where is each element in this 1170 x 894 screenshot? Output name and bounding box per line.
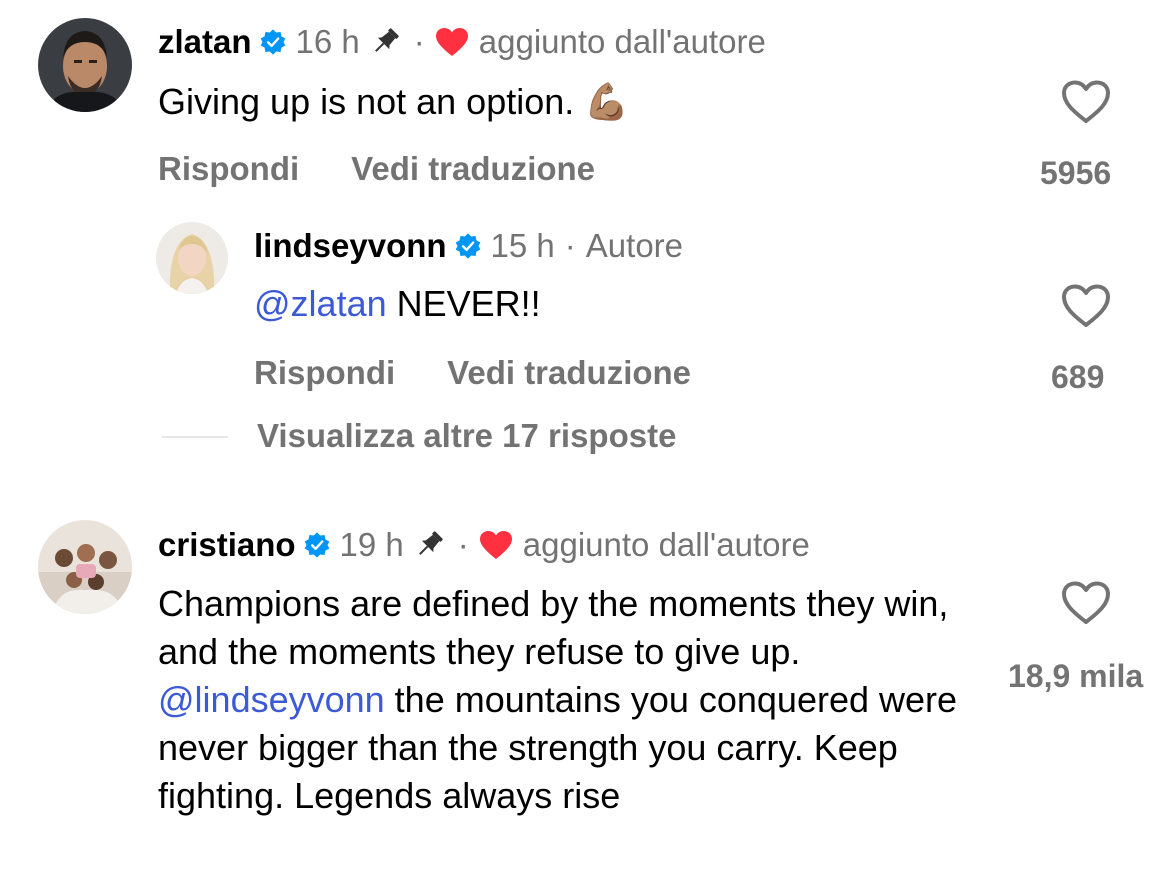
timestamp: 15 h (490, 227, 555, 264)
like-heart-icon[interactable] (1061, 581, 1111, 625)
mention-link[interactable]: @lindseyvonn (158, 679, 385, 720)
like-count: 689 (1051, 359, 1105, 395)
like-count: 18,9 mila (1008, 658, 1144, 694)
verified-badge-icon (303, 531, 331, 559)
author-label: Autore (585, 227, 684, 264)
comment-text: Giving up is not an option. 💪🏽 (158, 81, 630, 122)
comment-header: zlatan 16 h · aggiunto dall'autore (158, 22, 766, 62)
verified-badge-icon (454, 232, 482, 260)
comment-header: cristiano 19 h · aggiunto dall'autore (158, 525, 810, 565)
reply-actions: Rispondi Vedi traduzione (254, 353, 691, 393)
separator-dot: · (413, 23, 425, 60)
avatar-lindseyvonn[interactable] (156, 222, 228, 294)
reply-header: lindseyvonn 15 h · Autore (254, 226, 683, 266)
separator-dot: · (457, 526, 469, 563)
reply-button[interactable]: Rispondi (158, 149, 299, 189)
username[interactable]: cristiano (158, 525, 296, 565)
reply-button[interactable]: Rispondi (254, 353, 395, 393)
added-by-author-label: aggiunto dall'autore (478, 23, 766, 60)
heart-filled-icon (435, 27, 469, 57)
timestamp: 16 h (295, 23, 360, 60)
username[interactable]: zlatan (158, 22, 252, 62)
separator-dot: · (564, 227, 576, 264)
comment-text: Champions are defined by the moments the… (158, 580, 988, 820)
see-translation-button[interactable]: Vedi traduzione (351, 149, 595, 189)
like-count: 5956 (1040, 155, 1112, 191)
mention-link[interactable]: @zlatan (254, 283, 387, 324)
pin-icon (368, 25, 402, 59)
see-translation-button[interactable]: Vedi traduzione (447, 353, 691, 393)
replies-divider (162, 436, 228, 438)
added-by-author-label: aggiunto dall'autore (522, 526, 810, 563)
pin-icon (412, 528, 446, 562)
avatar-zlatan[interactable] (38, 18, 132, 112)
view-more-replies-button[interactable]: Visualizza altre 17 risposte (257, 416, 676, 456)
reply-body: NEVER!! (386, 283, 541, 324)
heart-filled-icon (479, 530, 513, 560)
verified-badge-icon (259, 28, 287, 56)
reply-text: @zlatan NEVER!! (254, 280, 974, 328)
avatar-cristiano[interactable] (38, 520, 132, 614)
like-heart-icon[interactable] (1061, 284, 1111, 328)
timestamp: 19 h (339, 526, 404, 563)
comment-body-before: Champions are defined by the moments the… (158, 583, 949, 672)
username[interactable]: lindseyvonn (254, 226, 447, 266)
comment-actions: Rispondi Vedi traduzione (158, 149, 595, 189)
like-heart-icon[interactable] (1061, 80, 1111, 124)
